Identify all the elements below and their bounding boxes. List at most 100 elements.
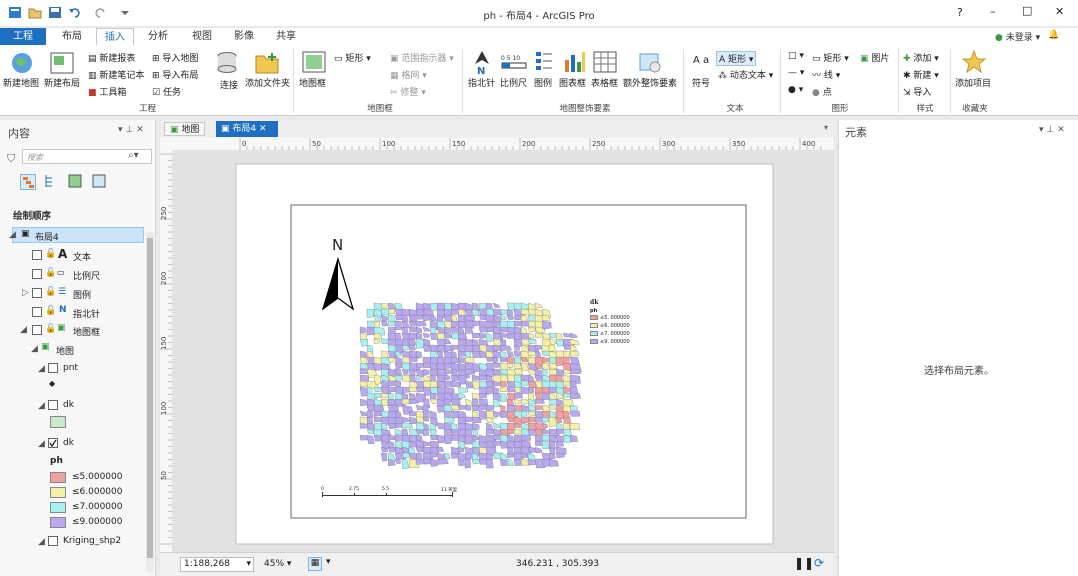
tab-project[interactable]: 工程	[0, 28, 46, 45]
checkbox-scale-bar[interactable]	[32, 269, 42, 279]
class-swatch-cyan[interactable]	[50, 502, 66, 513]
north-arrow-button[interactable]: 指北针	[468, 76, 495, 89]
bell-icon[interactable]: 🔔	[1048, 30, 1059, 40]
tab-share[interactable]: 共享	[270, 28, 302, 45]
trim-button[interactable]: ✂ 修整 ▾	[390, 85, 426, 98]
line-button[interactable]: 〰 线 ▾	[812, 68, 840, 81]
task-button[interactable]: ☑ 任务	[152, 85, 181, 98]
tab-layout[interactable]: 布局	[56, 28, 88, 45]
tree-item-map[interactable]: 地图	[56, 344, 74, 357]
doc-tab-layout4[interactable]: ▣ 布局4 ✕	[216, 121, 278, 137]
checkbox-text[interactable]	[32, 250, 42, 260]
add-item-button[interactable]: 添加项目	[955, 76, 991, 89]
minimize-button[interactable]: –	[990, 5, 996, 18]
tree-item-legend[interactable]: 图例	[73, 288, 91, 301]
extent-indicator-button[interactable]: ▣ 范围指示器 ▾	[390, 51, 454, 64]
class-swatch-red[interactable]	[50, 472, 66, 483]
map-rectangle-button[interactable]: ▭ 矩形 ▾	[334, 51, 371, 64]
point-button[interactable]: ● 点	[812, 85, 832, 98]
layout-view[interactable]: 0 50 100 150 200 250 300 350 400 250 200 150 100 50 …	[160, 138, 834, 552]
tab-analysis[interactable]: 分析	[142, 28, 174, 45]
tree-item-map-frame[interactable]: 地图框	[73, 325, 100, 338]
collapse-icon[interactable]: ◢	[31, 344, 38, 354]
tab-view[interactable]: 视图	[186, 28, 218, 45]
scrollbar[interactable]	[146, 232, 154, 572]
grid-button[interactable]: ▦ 格网 ▾	[390, 68, 427, 81]
checkbox-legend[interactable]	[32, 288, 42, 298]
map-scale-bar[interactable]	[322, 495, 452, 496]
lock-icon[interactable]: 🔓	[45, 287, 56, 297]
new-notebook-button[interactable]: ▥ 新建笔记本	[88, 68, 144, 81]
legend-button[interactable]: 图例	[534, 76, 552, 89]
maximize-button[interactable]: □	[1022, 4, 1032, 17]
collapse-icon[interactable]: ◢	[20, 325, 27, 335]
pane-options[interactable]: ▾ ⊥ ✕	[118, 125, 144, 135]
import-map-button[interactable]: ⊞ 导入地图	[152, 51, 198, 64]
search-input[interactable]: 搜索 ⌕▾	[22, 149, 152, 164]
draw-order-view-icon[interactable]	[20, 174, 36, 190]
tree-item-dk-ph[interactable]: dk	[63, 438, 74, 448]
tree-item-pnt[interactable]: pnt	[63, 363, 78, 373]
scrollbar-thumb[interactable]	[147, 238, 153, 558]
class-swatch-yellow[interactable]	[50, 487, 66, 498]
dk-symbol-swatch[interactable]	[50, 416, 66, 428]
expand-icon[interactable]: ▷	[22, 288, 29, 298]
add-folder-button[interactable]: 添加文件夹	[245, 76, 290, 89]
lock-icon[interactable]: 🔓	[45, 268, 56, 278]
chart-frame-button[interactable]: 图表框	[559, 76, 586, 89]
lock-icon[interactable]: 🔓	[45, 249, 56, 259]
table-frame-button[interactable]: 表格框	[591, 76, 618, 89]
scale-combobox[interactable]: 1:188,268 ▾	[180, 557, 254, 572]
checkbox-dk[interactable]	[48, 400, 58, 410]
style-import-button[interactable]: ⇲ 导入	[903, 85, 931, 98]
map-legend-title[interactable]: dk	[590, 299, 598, 306]
tree-item-scale-bar[interactable]: 比例尺	[73, 269, 100, 282]
symbol-button[interactable]: 符号	[692, 76, 710, 89]
close-icon[interactable]: ✕	[259, 124, 267, 134]
style-new-button[interactable]: ✱ 新建 ▾	[903, 68, 939, 81]
graphic-rectangle-button[interactable]: ▭ 矩形 ▾	[812, 51, 849, 64]
fill-color-button[interactable]: □ ▾	[788, 51, 804, 61]
style-add-button[interactable]: ✚ 添加 ▾	[903, 51, 939, 64]
import-layout-button[interactable]: ⊞ 导入布局	[152, 68, 198, 81]
grid-guides-icon[interactable]: ▦	[308, 557, 322, 571]
collapse-icon[interactable]: ◢	[38, 401, 45, 411]
class-swatch-purple[interactable]	[50, 517, 66, 528]
lock-icon[interactable]: 🔓	[45, 324, 56, 334]
checkbox-kriging[interactable]	[48, 536, 58, 546]
point-style-button[interactable]: ● ▾	[788, 85, 803, 95]
new-layout-button[interactable]: 新建布局	[44, 76, 80, 89]
collapse-icon[interactable]: ◢	[9, 230, 16, 240]
toolbox-button[interactable]: ■ 工具箱	[88, 85, 126, 98]
tab-dropdown-icon[interactable]: ▾	[824, 123, 828, 132]
help-button[interactable]: ?	[957, 6, 963, 19]
selection-view-icon[interactable]	[44, 174, 58, 191]
zoom-combobox[interactable]: 45% ▾	[264, 557, 304, 572]
pause-icon[interactable]: ❚❚	[794, 556, 814, 570]
collapse-icon[interactable]: ◢	[38, 537, 45, 547]
tree-item-dk[interactable]: dk	[63, 400, 74, 410]
editing-view-icon[interactable]	[68, 174, 82, 191]
scale-bar-button[interactable]: 比例尺	[500, 76, 527, 89]
tree-item-text[interactable]: 文本	[73, 250, 91, 263]
refresh-icon[interactable]: ⟳	[814, 556, 824, 570]
new-report-button[interactable]: ▤ 新建报表	[88, 51, 135, 64]
checkbox-pnt[interactable]	[48, 363, 58, 373]
filter-icon[interactable]: ⛉	[7, 152, 15, 166]
pane-options[interactable]: ▾ ⊥ ✕	[1039, 125, 1065, 135]
picture-button[interactable]: ▣ 图片	[860, 51, 889, 64]
user-sign-in[interactable]: ● 未登录 ▾	[995, 30, 1040, 43]
tree-item-layout4[interactable]: ◢ ▣ 布局4	[9, 227, 144, 243]
dynamic-text-button[interactable]: ⁂ 动态文本 ▾	[718, 68, 773, 81]
collapse-icon[interactable]: ◢	[38, 439, 45, 449]
close-button[interactable]: ✕	[1055, 5, 1064, 18]
line-style-button[interactable]: — ▾	[788, 68, 804, 78]
tab-imagery[interactable]: 影像	[228, 28, 260, 45]
new-map-button[interactable]: 新建地图	[3, 76, 39, 89]
doc-tab-map[interactable]: ▣ 地图	[164, 122, 206, 136]
snapping-view-icon[interactable]	[92, 174, 106, 191]
checkbox-dk-ph[interactable]	[48, 438, 58, 448]
text-rectangle-button[interactable]: A 矩形 ▾	[716, 51, 757, 66]
tree-item-north-arrow[interactable]: 指北针	[73, 307, 100, 320]
tab-insert[interactable]: 插入	[96, 28, 134, 45]
